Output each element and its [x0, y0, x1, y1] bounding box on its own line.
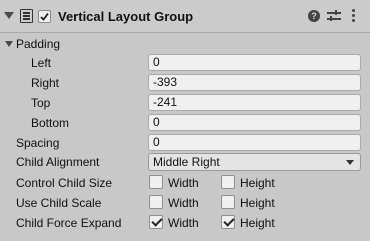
control-child-size-label: Control Child Size — [16, 176, 113, 190]
checkmark-icon — [40, 12, 49, 21]
padding-left-label: Left — [31, 56, 52, 70]
control-child-size-width-label: Width — [168, 176, 199, 190]
padding-left-row: Left 0 — [0, 53, 370, 73]
child-alignment-label: Child Alignment — [16, 155, 100, 169]
padding-label: Padding — [16, 37, 61, 51]
component-enabled-checkbox[interactable] — [38, 10, 51, 23]
child-alignment-dropdown[interactable]: Middle Right — [148, 153, 361, 171]
component-title: Vertical Layout Group — [58, 9, 194, 24]
control-child-size-height-label: Height — [240, 176, 275, 190]
use-child-scale-row: Use Child Scale Width Height — [0, 193, 370, 213]
padding-right-label: Right — [31, 76, 60, 90]
vertical-layout-group-inspector: Vertical Layout Group ? Padding Left 0 R… — [0, 0, 370, 241]
use-child-scale-width-checkbox[interactable] — [149, 195, 163, 209]
spacing-label: Spacing — [16, 136, 60, 150]
child-alignment-row: Child Alignment Middle Right — [0, 152, 370, 172]
child-force-expand-height-checkbox[interactable] — [221, 215, 235, 229]
help-icon[interactable]: ? — [308, 10, 320, 22]
use-child-scale-width-label: Width — [168, 196, 199, 210]
component-header[interactable]: Vertical Layout Group ? — [0, 0, 370, 33]
spacing-row: Spacing 0 — [0, 133, 370, 153]
child-force-expand-width-checkbox[interactable] — [149, 215, 163, 229]
padding-bottom-field[interactable]: 0 — [148, 114, 361, 131]
padding-top-field[interactable]: -241 — [148, 94, 361, 111]
vertical-layout-group-icon — [20, 9, 33, 23]
child-force-expand-width-label: Width — [168, 216, 199, 230]
use-child-scale-label: Use Child Scale — [16, 196, 102, 210]
padding-top-label: Top — [31, 96, 51, 110]
padding-left-field[interactable]: 0 — [148, 54, 361, 71]
control-child-size-row: Control Child Size Width Height — [0, 173, 370, 193]
padding-bottom-label: Bottom — [31, 116, 70, 130]
control-child-size-width-checkbox[interactable] — [149, 175, 163, 189]
child-alignment-value: Middle Right — [153, 155, 220, 169]
padding-right-row: Right -393 — [0, 73, 370, 93]
padding-right-field[interactable]: -393 — [148, 74, 361, 91]
spacing-field[interactable]: 0 — [148, 134, 361, 151]
control-child-size-height-checkbox[interactable] — [221, 175, 235, 189]
child-force-expand-label: Child Force Expand — [16, 216, 122, 230]
padding-top-row: Top -241 — [0, 93, 370, 113]
chevron-down-icon — [346, 160, 354, 165]
child-force-expand-row: Child Force Expand Width Height — [0, 213, 370, 233]
presets-icon[interactable] — [327, 10, 341, 22]
child-force-expand-height-label: Height — [240, 216, 275, 230]
use-child-scale-height-label: Height — [240, 196, 275, 210]
foldout-arrow-icon[interactable] — [4, 12, 14, 19]
padding-foldout-arrow-icon[interactable] — [5, 41, 13, 47]
padding-foldout[interactable]: Padding — [0, 34, 370, 54]
padding-bottom-row: Bottom 0 — [0, 113, 370, 133]
kebab-menu-icon[interactable] — [352, 9, 356, 23]
use-child-scale-height-checkbox[interactable] — [221, 195, 235, 209]
